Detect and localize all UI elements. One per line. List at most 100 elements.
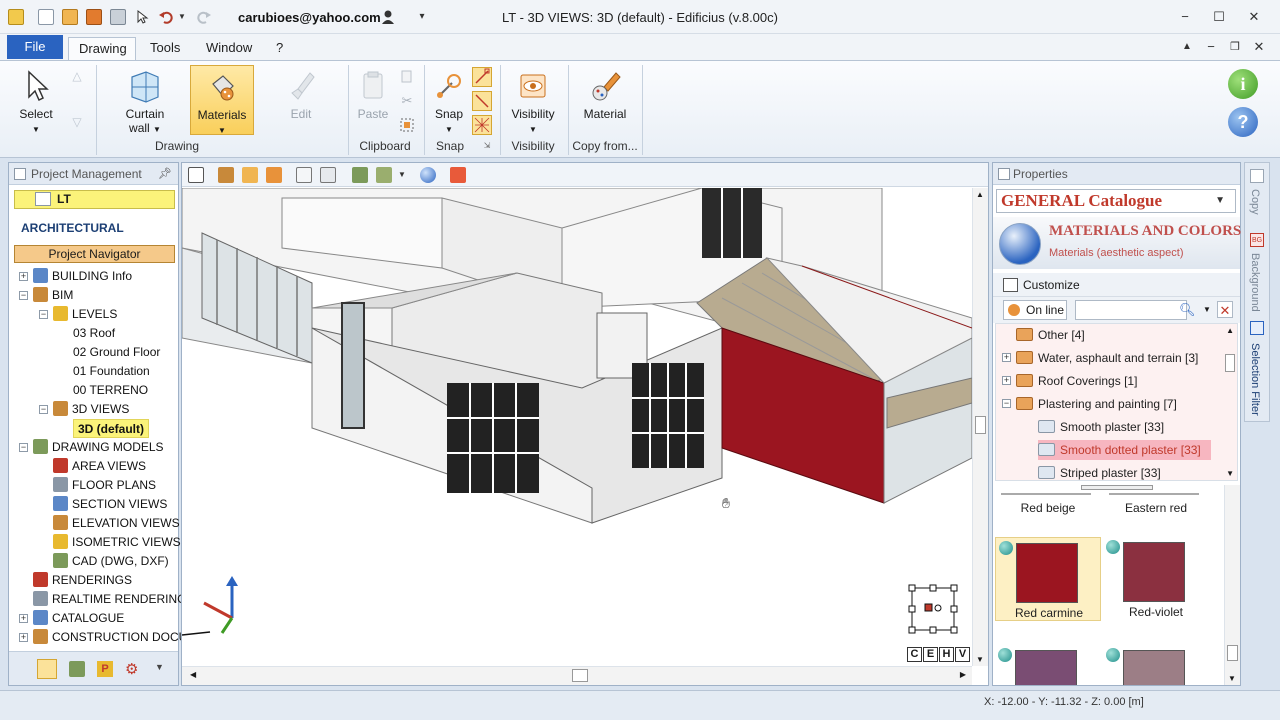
tree-item[interactable]: REALTIME RENDERING [33, 590, 186, 609]
tree-expander[interactable]: − [39, 310, 48, 319]
tree-item[interactable]: 3D VIEWS [53, 400, 129, 419]
tree-scroll-thumb[interactable] [1225, 354, 1235, 372]
select-down-button[interactable]: ▽ [68, 115, 86, 133]
texture-icon[interactable] [218, 167, 234, 183]
materials-button[interactable]: Materials ▼ [190, 65, 254, 135]
vertical-scrollbar[interactable]: ▲ ▼ [972, 188, 988, 666]
swatch-label-eastern-red[interactable]: Eastern red [1103, 501, 1209, 515]
info-icon[interactable]: i [1228, 69, 1258, 99]
doc-restore-button[interactable]: ❐ [1224, 38, 1246, 56]
paste-button[interactable]: Paste [354, 69, 392, 139]
view-button-e[interactable]: E [923, 647, 938, 662]
swatch-splitter[interactable] [1081, 485, 1153, 490]
swatch-scrollbar[interactable]: ▼ [1224, 485, 1240, 685]
tree-item[interactable]: BUILDING Info [33, 267, 132, 286]
project-navigator-button[interactable]: Project Navigator [14, 245, 175, 263]
ribbon-collapse-icon[interactable]: ▲ [1176, 38, 1198, 56]
tab-window[interactable]: Window [196, 37, 262, 60]
tree-item[interactable]: DRAWING MODELS [33, 438, 164, 457]
scroll-thumb[interactable] [975, 416, 986, 434]
tree-expander[interactable]: + [19, 272, 28, 281]
search-icon[interactable]: 🔍︎ [1179, 302, 1196, 318]
doc-close-button[interactable]: ✕ [1248, 38, 1270, 56]
tree-scroll-down-icon[interactable]: ▼ [1226, 469, 1234, 478]
category-expander[interactable]: − [1002, 399, 1011, 408]
tree-item[interactable]: RENDERINGS [33, 571, 132, 590]
select-button[interactable]: Select ▼ [14, 69, 58, 139]
building-3d-model[interactable]: ✋︎ [182, 188, 972, 666]
dimension-icon[interactable] [188, 167, 204, 183]
category-item[interactable]: Other [4] [1016, 325, 1085, 345]
search-dropdown-icon[interactable]: ▼ [1203, 305, 1211, 314]
material-swatch[interactable] [995, 645, 1101, 685]
scroll-right-icon[interactable]: ▶ [960, 670, 966, 679]
quick-access-menu-icon[interactable]: ▾ [414, 9, 430, 25]
tab-drawing[interactable]: Drawing [68, 37, 136, 60]
tree-scroll-up-icon[interactable]: ▲ [1226, 326, 1234, 335]
tree-item[interactable]: 00 TERRENO [73, 381, 148, 400]
open-view-icon[interactable] [242, 167, 258, 183]
tree-item[interactable]: ISOMETRIC VIEWS [53, 533, 181, 552]
tree-item[interactable]: CATALOGUE [33, 609, 124, 628]
category-expander[interactable]: + [1002, 376, 1011, 385]
app-icon[interactable] [8, 9, 24, 25]
tab-tools[interactable]: Tools [140, 37, 190, 60]
terrain-view-icon[interactable] [352, 167, 368, 183]
new-file-icon[interactable] [38, 9, 54, 25]
tab-background[interactable]: Background [1249, 253, 1261, 312]
project-selector[interactable]: LT [14, 190, 175, 209]
close-button[interactable]: ✕ [1243, 8, 1265, 26]
tab-selection-filter[interactable]: Selection Filter [1249, 343, 1261, 416]
snap-button[interactable]: Snap ▼ [430, 69, 468, 139]
tree-item[interactable]: BIM [33, 286, 73, 305]
tree-expander[interactable]: + [19, 633, 28, 642]
view-button-c[interactable]: C [907, 647, 922, 662]
tree-item[interactable]: FLOOR PLANS [53, 476, 156, 495]
snap-endpoint-toggle[interactable] [472, 67, 492, 87]
snap-settings-icon[interactable]: ⇲ [482, 141, 492, 151]
tree-expander[interactable]: + [19, 614, 28, 623]
tree-item[interactable]: 03 Roof [73, 324, 115, 343]
tree-item[interactable]: AREA VIEWS [53, 457, 146, 476]
snap-grid-toggle[interactable] [472, 115, 492, 135]
material-swatch[interactable]: Red carmine [995, 537, 1101, 621]
visibility-button[interactable]: Visibility ▼ [506, 69, 560, 139]
material-swatch[interactable] [1103, 645, 1209, 685]
horizontal-scrollbar[interactable]: ◀ ▶ [182, 666, 972, 685]
tab-copy[interactable]: Copy [1249, 189, 1261, 215]
swatch-scroll-thumb[interactable] [1227, 645, 1238, 661]
snap-line-toggle[interactable] [472, 91, 492, 111]
brush-tool-icon[interactable] [266, 167, 282, 183]
tree-expander[interactable]: − [19, 291, 28, 300]
catalogue-select[interactable]: GENERAL Catalogue ▼ [996, 189, 1236, 213]
terrain-icon[interactable] [69, 661, 85, 677]
scroll-thumb[interactable] [572, 669, 588, 682]
undo-dropdown-icon[interactable]: ▼ [178, 9, 186, 25]
select-area-icon[interactable] [398, 117, 416, 135]
tree-item[interactable]: 3D (default) [73, 419, 149, 438]
tree-item[interactable]: CAD (DWG, DXF) [53, 552, 169, 571]
clear-search-icon[interactable]: ✕ [1217, 301, 1233, 318]
doc-minimize-button[interactable]: − [1200, 38, 1222, 56]
view-button-v[interactable]: V [955, 647, 970, 662]
explorer-icon[interactable] [37, 659, 57, 679]
minimize-button[interactable]: − [1174, 8, 1196, 26]
tree-item[interactable]: SECTION VIEWS [53, 495, 167, 514]
zoom-window-icon[interactable] [296, 167, 312, 183]
highlight-icon[interactable] [450, 167, 466, 183]
tree-expander[interactable]: − [19, 443, 28, 452]
p-icon[interactable]: P [97, 661, 113, 677]
catalogue-search-input[interactable] [1075, 300, 1187, 320]
category-item[interactable]: Smooth plaster [33] [1038, 417, 1164, 437]
layers-icon[interactable] [376, 167, 392, 183]
tree-item[interactable]: CONSTRUCTION DOCUM [33, 628, 197, 647]
swatch-scroll-down-icon[interactable]: ▼ [1228, 674, 1236, 683]
zoom-extents-icon[interactable] [320, 167, 336, 183]
scroll-down-icon[interactable]: ▼ [976, 655, 984, 664]
pin-icon[interactable]: 📌︎ [158, 163, 172, 185]
redo-icon[interactable] [196, 9, 212, 25]
tree-item[interactable]: ELEVATION VIEWS [53, 514, 180, 533]
swatch-label-red-beige[interactable]: Red beige [995, 501, 1101, 515]
tree-item[interactable]: 02 Ground Floor [73, 343, 160, 362]
tree-expander[interactable]: − [39, 405, 48, 414]
